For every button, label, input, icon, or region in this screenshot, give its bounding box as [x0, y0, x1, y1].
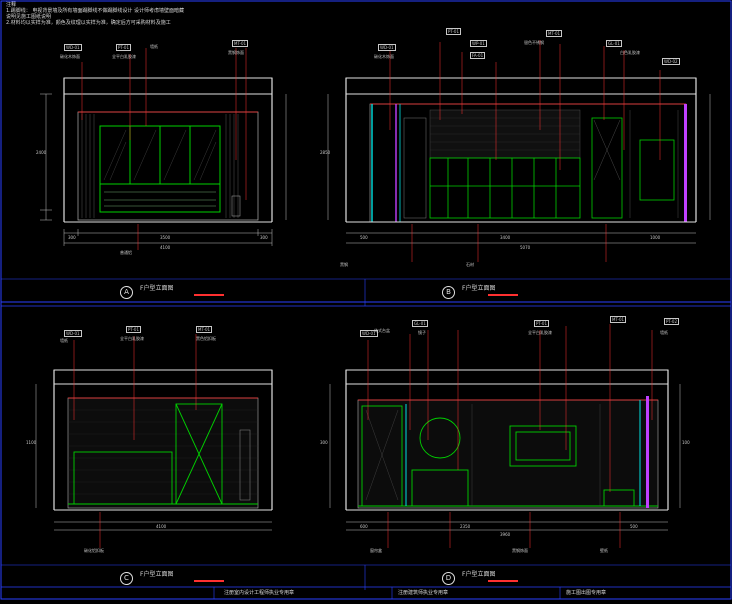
view-title-b: F户型立面图 — [462, 285, 496, 292]
material-label: 石材 — [466, 262, 474, 267]
material-label: 碳化铝扣板 — [84, 548, 104, 553]
material-tag: WD-01 — [64, 330, 82, 337]
material-tag: GL-01 — [412, 320, 428, 327]
stamp-drawing-release: 施工图出图专用章 — [566, 590, 607, 596]
stamp-architect: 注册建筑师执业专用章 — [398, 590, 449, 596]
dimension-text: 500 — [360, 235, 368, 240]
material-tag: MT-01 — [196, 326, 213, 333]
elevation-c — [35, 334, 273, 548]
dimension-text: 300 — [68, 235, 76, 240]
material-label: 黑钢 — [340, 262, 348, 267]
view-marker-d: D — [442, 572, 455, 585]
material-label: 银色不锈钢 — [524, 40, 544, 45]
height-text: 100 — [682, 440, 690, 445]
material-label: 普通铝 — [120, 250, 132, 255]
material-label: 全平白乳胶漆 — [120, 336, 144, 341]
material-label: 碳化木饰面 — [374, 54, 394, 59]
material-label: 墙纸 — [60, 338, 68, 343]
material-tag: GL-01 — [606, 40, 622, 47]
material-label: 全平白乳胶漆 — [528, 330, 552, 335]
dimension-text: 600 — [360, 524, 368, 529]
material-label: 碳化木饰面 — [60, 54, 80, 59]
dimension-text: 500 — [630, 524, 638, 529]
height-text: 2850 — [320, 150, 331, 155]
cad-drawing-sheet: 注释 1.踢脚线： 电视背景墙及所有墙面踢脚线不做踢脚线设计 设计师考虑墙壁面暗… — [0, 0, 732, 600]
material-tag: PT-02 — [664, 318, 680, 325]
material-label: 白色乳胶漆 — [620, 50, 640, 55]
material-tag: WD-01 — [378, 44, 396, 51]
view-title-a: F户型立面图 — [140, 285, 174, 292]
dimension-text: 2350 — [460, 524, 471, 529]
material-tag: MT-01 — [232, 40, 249, 47]
drawing-canvas — [0, 0, 732, 600]
dimension-text: 3960 — [500, 532, 511, 537]
material-tag: PT-01 — [534, 320, 550, 327]
material-tag: PT-01 — [126, 326, 142, 333]
dimension-text: 4100 — [160, 245, 171, 250]
material-tag: WP-01 — [470, 40, 487, 47]
dimension-text: 5070 — [520, 245, 531, 250]
material-tag: FA-01 — [470, 52, 486, 59]
material-tag: MT-01 — [546, 30, 563, 37]
view-marker-b: B — [442, 286, 455, 299]
material-label: 全平白乳胶漆 — [112, 54, 136, 59]
material-label: 窗帘盒 — [370, 548, 382, 553]
material-label: 黑色铝扣板 — [196, 336, 216, 341]
elevation-d — [329, 324, 681, 548]
dimension-text: 3500 — [160, 235, 171, 240]
material-label: 壁纸 — [600, 548, 608, 553]
notes-line-3: 2.材料均以实样为准，颜色及纹理以实样为准，确定后方可采购材料及施工 — [6, 20, 171, 26]
dimension-text: 300 — [260, 235, 268, 240]
sheet-frame — [0, 0, 732, 600]
material-tag: MT-01 — [610, 316, 627, 323]
stamp-interior-designer: 注册室内设计工程师执业专用章 — [224, 590, 295, 596]
material-tag: PT-01 — [446, 28, 462, 35]
material-label: 黑钢饰面 — [228, 50, 244, 55]
material-tag: PT-01 — [116, 44, 132, 51]
dimension-text: 1000 — [650, 235, 661, 240]
material-label: 一体式台盆 — [370, 328, 390, 333]
material-label: 墙纸 — [660, 330, 668, 335]
height-text: 1100 — [26, 440, 37, 445]
general-notes: 注释 1.踢脚线： 电视背景墙及所有墙面踢脚线不做踢脚线设计 设计师考虑墙壁面暗… — [6, 2, 184, 26]
material-label: 墙纸 — [150, 44, 158, 49]
dimension-text: 4100 — [156, 524, 167, 529]
view-marker-c: C — [120, 572, 133, 585]
view-title-d: F户型立面图 — [462, 571, 496, 578]
material-label: 镜子 — [418, 330, 426, 335]
material-label: 黑钢饰面 — [512, 548, 528, 553]
material-tag: WD-01 — [64, 44, 82, 51]
dimension-text: 3400 — [500, 235, 511, 240]
elevation-b — [327, 40, 711, 262]
height-text: 2400 — [36, 150, 47, 155]
material-tag: WD-02 — [662, 58, 680, 65]
view-title-c: F户型立面图 — [140, 571, 174, 578]
height-text: 300 — [320, 440, 328, 445]
view-marker-a: A — [120, 286, 133, 299]
elevation-a — [40, 48, 287, 250]
